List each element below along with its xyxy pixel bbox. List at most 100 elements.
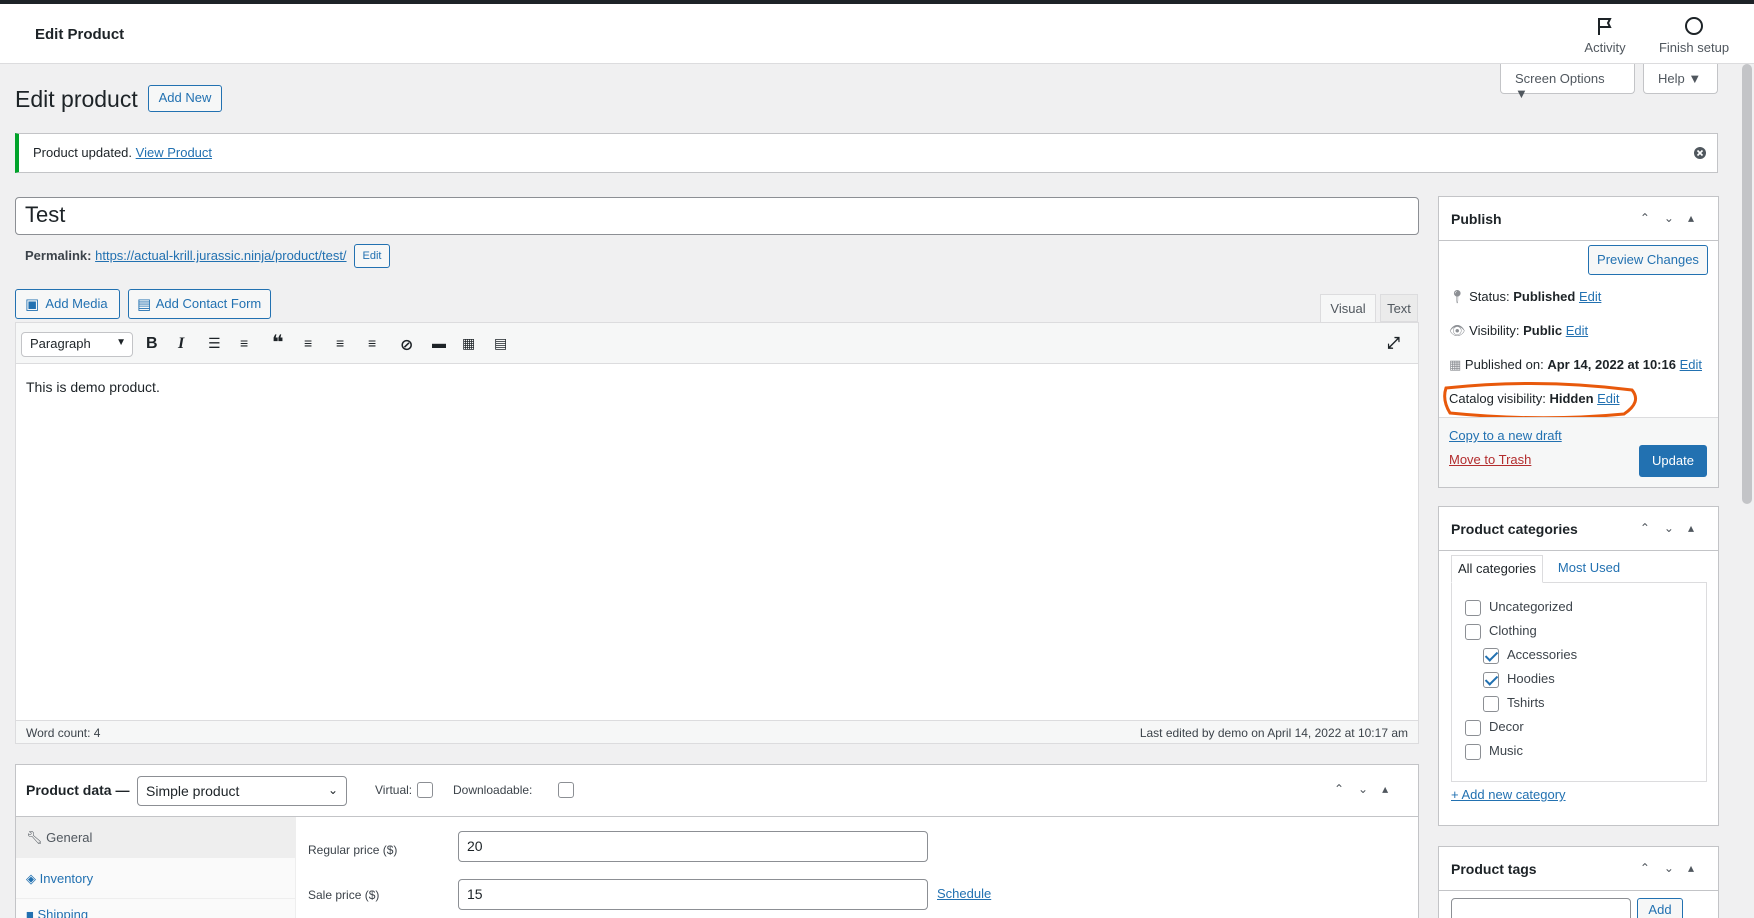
blockquote-icon[interactable]: ❝ xyxy=(272,330,284,355)
add-media-label: Add Media xyxy=(45,296,108,311)
visibility-value: Public xyxy=(1523,323,1563,338)
publish-header: Publish ⌃⌄▴ xyxy=(1439,197,1718,241)
category-checkbox[interactable] xyxy=(1483,671,1499,688)
tab-inventory[interactable]: ◈ Inventory xyxy=(16,858,296,899)
box-arrows[interactable]: ⌃⌄▴ xyxy=(1640,521,1708,535)
downloadable-checkbox[interactable] xyxy=(557,782,574,799)
add-contact-form-button[interactable]: ▤ Add Contact Form xyxy=(128,289,271,319)
update-button[interactable]: Update xyxy=(1639,445,1707,477)
add-tag-button[interactable]: Add xyxy=(1637,898,1683,918)
category-label: Accessories xyxy=(1507,647,1578,662)
product-tags-box: Product tags ⌃⌄▴ Add xyxy=(1438,846,1719,918)
link-icon[interactable]: ⊘ xyxy=(400,335,413,355)
tags-header: Product tags ⌃⌄▴ xyxy=(1439,847,1718,891)
media-icon: ▣ xyxy=(25,296,40,313)
pin-icon: 📍︎ xyxy=(1449,289,1466,304)
read-more-icon[interactable]: ▬ xyxy=(432,335,446,351)
published-row: ▦ Published on: Apr 14, 2022 at 10:16 Ed… xyxy=(1449,357,1702,373)
view-product-link[interactable]: View Product xyxy=(136,145,212,160)
sale-price-input[interactable]: 15 xyxy=(458,879,928,910)
virtual-checkbox[interactable] xyxy=(417,782,433,799)
toolbar-toggle-icon[interactable]: ▦ xyxy=(462,335,475,352)
category-checkbox[interactable] xyxy=(1465,719,1481,736)
category-item[interactable]: Accessories xyxy=(1483,647,1577,664)
editor-content[interactable]: This is demo product. xyxy=(26,379,160,395)
visibility-label: Visibility: xyxy=(1469,323,1520,338)
publish-title: Publish xyxy=(1451,211,1502,227)
italic-icon[interactable]: I xyxy=(178,335,184,353)
category-checkbox[interactable] xyxy=(1465,599,1481,616)
woocommerce-header: Edit Product Activity Finish setup xyxy=(0,4,1754,64)
box-arrows[interactable]: ⌃⌄▴ xyxy=(1640,211,1708,225)
box-arrows[interactable]: ⌃⌄▴ xyxy=(1640,861,1708,875)
add-media-button[interactable]: ▣ Add Media xyxy=(15,289,120,319)
add-new-category-link[interactable]: + Add new category xyxy=(1451,787,1566,802)
bullet-list-icon[interactable]: ☰ xyxy=(208,335,221,352)
published-edit-link[interactable]: Edit xyxy=(1680,357,1702,372)
editor-toolbar xyxy=(16,323,1418,364)
category-checkbox[interactable] xyxy=(1483,647,1499,664)
preview-changes-button[interactable]: Preview Changes xyxy=(1588,245,1708,275)
tab-general[interactable]: 🔧︎ General xyxy=(16,817,296,858)
numbered-list-icon[interactable]: ≡ xyxy=(240,335,248,351)
category-item[interactable]: Clothing xyxy=(1465,623,1537,640)
bold-icon[interactable]: B xyxy=(146,335,158,353)
regular-price-label: Regular price ($) xyxy=(308,843,398,857)
form-icon: ▤ xyxy=(137,296,152,313)
category-item[interactable]: Hoodies xyxy=(1483,671,1555,688)
activity-button[interactable]: Activity xyxy=(1580,16,1630,55)
tab-most-used[interactable]: Most Used xyxy=(1549,555,1629,583)
product-title-input[interactable]: Test xyxy=(15,197,1419,235)
category-checkbox[interactable] xyxy=(1483,695,1499,712)
category-item[interactable]: Music xyxy=(1465,743,1523,760)
permalink-url[interactable]: https://actual-krill.jurassic.ninja/prod… xyxy=(95,248,346,263)
tab-text[interactable]: Text xyxy=(1380,294,1418,322)
category-label: Decor xyxy=(1489,719,1524,734)
category-item[interactable]: Uncategorized xyxy=(1465,599,1573,616)
finish-setup-button[interactable]: Finish setup xyxy=(1654,16,1734,55)
schedule-link[interactable]: Schedule xyxy=(937,886,991,901)
status-label: Status: xyxy=(1469,289,1510,304)
category-item[interactable]: Decor xyxy=(1465,719,1524,736)
fullscreen-icon[interactable]: ⤢ xyxy=(1387,335,1400,353)
form-block-icon[interactable]: ▤ xyxy=(494,335,507,352)
tab-general-label: General xyxy=(46,830,93,845)
notice-text: Product updated. xyxy=(33,145,133,160)
dismiss-icon[interactable] xyxy=(1693,146,1707,160)
screen-options-button[interactable]: Screen Options ▼ xyxy=(1500,64,1635,101)
category-label: Clothing xyxy=(1489,623,1537,638)
align-left-icon[interactable]: ≡ xyxy=(304,335,312,351)
page-title: Edit product xyxy=(15,86,138,112)
align-center-icon[interactable]: ≡ xyxy=(336,335,344,351)
format-select[interactable]: Paragraph ▼ xyxy=(21,332,133,357)
visibility-edit-link[interactable]: Edit xyxy=(1566,323,1588,338)
status-value: Published xyxy=(1513,289,1576,304)
copy-draft-link[interactable]: Copy to a new draft xyxy=(1449,428,1562,443)
tab-all-categories[interactable]: All categories xyxy=(1451,555,1543,583)
virtual-label: Virtual: xyxy=(375,783,413,797)
tag-icon: ◈ xyxy=(26,871,36,886)
finish-setup-label: Finish setup xyxy=(1658,40,1730,55)
status-row: 📍︎ Status: Published Edit xyxy=(1449,289,1601,305)
add-new-button[interactable]: Add New xyxy=(148,85,222,112)
permalink-edit-button[interactable]: Edit xyxy=(354,244,390,268)
align-right-icon[interactable]: ≡ xyxy=(368,335,376,351)
regular-price-input[interactable]: 20 xyxy=(458,831,928,862)
move-to-trash-link[interactable]: Move to Trash xyxy=(1449,452,1531,467)
tag-input[interactable] xyxy=(1451,898,1631,918)
category-checkbox[interactable] xyxy=(1465,623,1481,640)
category-item[interactable]: Tshirts xyxy=(1483,695,1545,712)
product-type-select[interactable]: Simple product ⌄ xyxy=(137,776,347,806)
box-arrows[interactable]: ⌃⌄▴ xyxy=(1334,782,1402,796)
editor-area[interactable] xyxy=(15,322,1419,744)
help-button[interactable]: Help ▼ xyxy=(1643,64,1718,94)
tab-inventory-label: Inventory xyxy=(39,871,94,886)
tab-shipping[interactable]: ■ Shipping xyxy=(16,899,296,918)
tab-visual[interactable]: Visual xyxy=(1320,294,1376,323)
status-edit-link[interactable]: Edit xyxy=(1579,289,1601,304)
category-checkbox[interactable] xyxy=(1465,743,1481,760)
scrollbar-thumb[interactable] xyxy=(1742,64,1752,504)
product-categories-box: Product categories ⌃⌄▴ All categories Mo… xyxy=(1438,506,1719,826)
published-value: Apr 14, 2022 at 10:16 xyxy=(1547,357,1676,372)
update-notice: Product updated. View Product xyxy=(15,133,1718,173)
